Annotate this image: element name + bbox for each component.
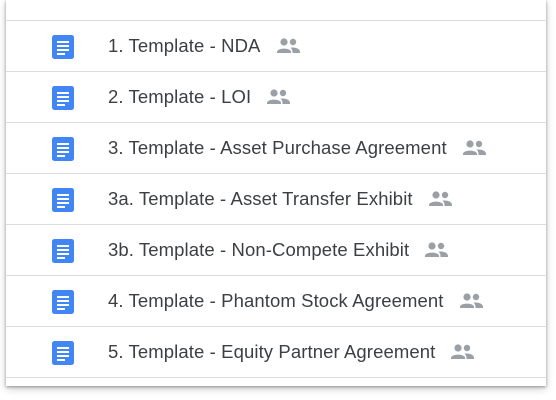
file-row[interactable]: 1. Template - NDA [6,21,546,72]
file-name: 2. Template - LOI [108,86,252,107]
google-docs-icon [52,137,74,161]
shared-people-icon [428,191,452,206]
file-row[interactable]: 3. Template - Asset Purchase Agreement [6,123,546,174]
file-row[interactable]: 2. Template - LOI [6,72,546,123]
shared-people-icon [276,38,300,53]
file-name: 5. Template - Equity Partner Agreement [108,341,436,362]
file-row[interactable]: 4. Template - Phantom Stock Agreement [6,276,546,327]
file-row[interactable]: 5. Template - Equity Partner Agreement [6,327,546,378]
shared-people-icon [459,293,483,308]
shared-people-icon [451,344,475,359]
google-docs-icon [52,290,74,314]
google-docs-icon [52,86,74,110]
file-name: 3b. Template - Non-Compete Exhibit [108,239,410,260]
file-name: 3. Template - Asset Purchase Agreement [108,137,447,158]
google-docs-icon [52,188,74,212]
shared-people-icon [425,242,449,257]
file-row[interactable]: 3b. Template - Non-Compete Exhibit [6,225,546,276]
google-docs-icon [52,341,74,365]
file-name: 3a. Template - Asset Transfer Exhibit [108,188,413,209]
file-list-panel: 1. Template - NDA 2. Template - LOI 3. T… [6,0,546,386]
google-docs-icon [52,239,74,263]
shared-people-icon [462,140,486,155]
google-docs-icon [52,35,74,59]
file-row[interactable]: 3a. Template - Asset Transfer Exhibit [6,174,546,225]
file-name: 4. Template - Phantom Stock Agreement [108,290,444,311]
file-list: 1. Template - NDA 2. Template - LOI 3. T… [6,21,546,378]
shared-people-icon [267,89,291,104]
file-name: 1. Template - NDA [108,35,261,56]
